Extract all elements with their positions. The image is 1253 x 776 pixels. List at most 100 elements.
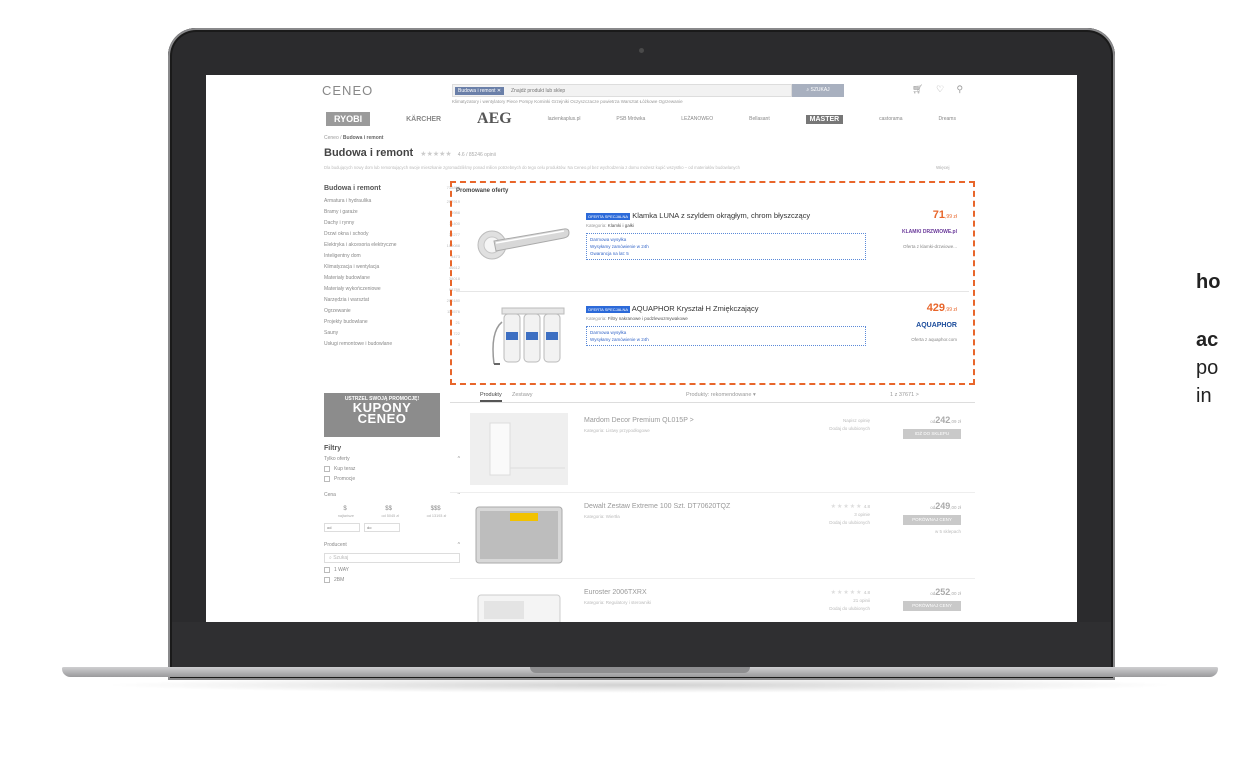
category-item[interactable]: Drzwi okna i schody 32277 bbox=[324, 229, 460, 240]
write-review-link[interactable]: Napisz opinię bbox=[780, 417, 870, 425]
price-min-input[interactable] bbox=[324, 523, 360, 532]
promoted-header: Promowane oferty bbox=[456, 188, 509, 194]
shops-count: w 5 sklepach bbox=[934, 529, 961, 534]
search-bar[interactable]: Budowa i remont ✕ bbox=[452, 84, 792, 97]
producer-checkbox[interactable]: 2BM bbox=[324, 577, 460, 583]
offer-name[interactable]: OFERTA SPECJALNA AQUAPHOR Kryształ H Zmi… bbox=[586, 304, 758, 313]
product-name[interactable]: Euroster 2006TXRX bbox=[584, 589, 647, 596]
side-text-line: po bbox=[1196, 357, 1219, 379]
product-name[interactable]: Dewalt Zestaw Extreme 100 Szt. DT70620TQ… bbox=[584, 503, 730, 510]
search-button[interactable]: ⌕ SZUKAJ bbox=[792, 84, 844, 97]
cart-icon[interactable]: 🛒︎ bbox=[912, 84, 923, 94]
product-row[interactable]: Euroster 2006TXRX Kategoria: Regulatory … bbox=[450, 579, 975, 622]
category-item[interactable]: Narzędzia i warsztat 200180 bbox=[324, 295, 460, 306]
go-to-shop-button[interactable]: IDŹ DO SKLEPU bbox=[903, 429, 961, 439]
checkbox bbox=[324, 567, 330, 573]
add-favorite-link[interactable]: Dodaj do ulubionych bbox=[780, 605, 870, 613]
category-head[interactable]: Budowa i remont 738896 bbox=[324, 185, 460, 192]
category-item-label: Inteligentny dom bbox=[324, 253, 361, 259]
buy-now-checkbox[interactable]: Kup teraz bbox=[324, 466, 460, 472]
site-logo[interactable]: CENEO bbox=[322, 83, 373, 98]
brand-logo[interactable]: MASTER bbox=[805, 114, 844, 124]
category-item[interactable]: Projekty budowlane 21 bbox=[324, 317, 460, 328]
reviews-link[interactable]: 3 opinie bbox=[780, 511, 870, 519]
category-item-label: Usługi remontowe i budowlane bbox=[324, 341, 393, 347]
category-label: Kategoria: bbox=[586, 223, 607, 228]
category-item[interactable]: Elektryka i akcesoria elektryczne 109088 bbox=[324, 240, 460, 251]
category-item[interactable]: Klimatyzacja i wentylacja 46612 bbox=[324, 262, 460, 273]
rating-value: 4.8 bbox=[863, 504, 870, 509]
compare-prices-button[interactable]: PORÓWNAJ CENY bbox=[903, 515, 961, 525]
category-item[interactable]: Sauny 722 bbox=[324, 328, 460, 339]
offer-title: Klamka LUNA z szyldem okrągłym, chrom bł… bbox=[632, 211, 811, 220]
breadcrumb-current: Budowa i remont bbox=[342, 135, 384, 141]
tab-products[interactable]: Produkty bbox=[480, 392, 502, 402]
category-chip[interactable]: Budowa i remont ✕ bbox=[455, 87, 505, 95]
producer-checkbox[interactable]: 1 WAY bbox=[324, 567, 460, 573]
price-level[interactable]: $$ bbox=[385, 506, 392, 512]
category-item[interactable]: Materiały wykończeniowe 98789 bbox=[324, 284, 460, 295]
header: CENEO Budowa i remont ✕ ⌕ SZUKAJ 🛒︎ ♡ ⚲ … bbox=[206, 75, 1077, 105]
price-int: 242 bbox=[935, 415, 951, 425]
perk: Darmowa wysyłka bbox=[590, 237, 627, 242]
category-value[interactable]: Klamki i gałki bbox=[608, 223, 634, 228]
offer-source[interactable]: Oferta z klamki-drzwiowe... bbox=[903, 244, 957, 249]
compare-prices-button[interactable]: PORÓWNAJ CENY bbox=[903, 601, 961, 611]
category-value[interactable]: Filtry nakranowe i podzlewozmywakowe bbox=[608, 316, 688, 321]
brand-logo[interactable]: Dreams bbox=[938, 116, 956, 122]
filter-section-offers[interactable]: Tylko oferty ^ bbox=[324, 456, 460, 462]
user-icon[interactable]: ⚲ bbox=[957, 84, 964, 94]
category-item[interactable]: Usługi remontowe i budowlane 3 bbox=[324, 339, 460, 350]
heart-icon[interactable]: ♡ bbox=[936, 84, 944, 94]
shop-logo[interactable]: AQUAPHOR bbox=[916, 322, 957, 329]
category-item[interactable]: Bramy i garaże 5988 bbox=[324, 207, 460, 218]
side-text-line: in bbox=[1196, 385, 1212, 407]
product-meta: ★★★★★ 4.8 3 opinie Dodaj do ulubionych bbox=[780, 503, 870, 527]
brand-logo[interactable]: RYOBI bbox=[326, 112, 371, 126]
header-icons: 🛒︎ ♡ ⚲ bbox=[912, 84, 973, 95]
promotions-checkbox[interactable]: Promocje bbox=[324, 476, 460, 482]
pagination[interactable]: 1 z 37671 > bbox=[890, 392, 919, 398]
category-item[interactable]: Inteligentny dom 3473 bbox=[324, 251, 460, 262]
brand-logo[interactable]: LEŻANOWEO bbox=[681, 116, 713, 122]
reviews-link[interactable]: 21 opinii bbox=[780, 597, 870, 605]
product-row[interactable]: Mardom Decor Premium QL015P > Kategoria:… bbox=[450, 407, 975, 493]
product-row[interactable]: Dewalt Zestaw Extreme 100 Szt. DT70620TQ… bbox=[450, 493, 975, 579]
filter-section-label: Cena bbox=[324, 492, 336, 498]
price-level[interactable]: $$$ bbox=[431, 506, 441, 512]
promoted-offer[interactable]: OFERTA SPECJALNA Klamka LUNA z szyldem o… bbox=[456, 199, 969, 291]
price-level[interactable]: $ bbox=[343, 506, 346, 512]
subcategory-nav[interactable]: Klimatyzatory i wentylatory Piece Pompy … bbox=[452, 99, 683, 104]
producer-search-input[interactable]: ⌕ Szukaj bbox=[324, 553, 460, 563]
brand-logo[interactable]: KÄRCHER bbox=[406, 116, 441, 123]
offer-name[interactable]: OFERTA SPECJALNA Klamka LUNA z szyldem o… bbox=[586, 211, 810, 220]
price-max-input[interactable] bbox=[364, 523, 400, 532]
brand-logo[interactable]: lazienkaplus.pl bbox=[548, 116, 581, 122]
category-item[interactable]: Dachy i rynny 11400 bbox=[324, 218, 460, 229]
brand-logo[interactable]: AEG bbox=[477, 110, 512, 128]
tab-sets[interactable]: Zestawy bbox=[512, 392, 532, 398]
product-name[interactable]: Mardom Decor Premium QL015P > bbox=[584, 417, 694, 424]
add-favorite-link[interactable]: Dodaj do ulubionych bbox=[780, 425, 870, 433]
product-category: Kategoria: Wiertła bbox=[584, 514, 620, 519]
sort-dropdown[interactable]: Produkty: rekomendowane ▾ bbox=[686, 392, 756, 398]
perk: Wysyłamy zamówienie w 24h bbox=[590, 244, 649, 249]
add-favorite-link[interactable]: Dodaj do ulubionych bbox=[780, 519, 870, 527]
shop-logo[interactable]: KLAMKI DRZWIOWE.pl bbox=[902, 229, 957, 235]
offer-price: 429,99 zł bbox=[927, 302, 957, 314]
category-item[interactable]: Materiały budowlane 38018 bbox=[324, 273, 460, 284]
filter-section-price[interactable]: Cena ^ bbox=[324, 492, 460, 498]
category-item[interactable]: Armatura i hydraulika 207919 bbox=[324, 196, 460, 207]
promoted-offer[interactable]: OFERTA SPECJALNA AQUAPHOR Kryształ H Zmi… bbox=[456, 291, 969, 383]
category-item[interactable]: Ogrzewanie 115576 bbox=[324, 306, 460, 317]
more-link[interactable]: Więcej bbox=[936, 165, 950, 170]
brand-logo[interactable]: Bellasant bbox=[749, 116, 770, 122]
offer-source[interactable]: Oferta z aquaphor.com bbox=[911, 337, 957, 342]
product-thumbnail bbox=[470, 499, 568, 571]
breadcrumb-root[interactable]: Ceneo bbox=[324, 135, 339, 141]
coupons-banner[interactable]: USTRZEL SWOJĄ PROMOCJĘ! KUPONY CENEO bbox=[324, 393, 440, 437]
brand-logo[interactable]: castorama bbox=[879, 116, 902, 122]
search-input[interactable] bbox=[511, 88, 711, 94]
brand-logo[interactable]: PSB Mrówka bbox=[616, 116, 645, 122]
filter-section-producer[interactable]: Producent ^ bbox=[324, 542, 460, 548]
